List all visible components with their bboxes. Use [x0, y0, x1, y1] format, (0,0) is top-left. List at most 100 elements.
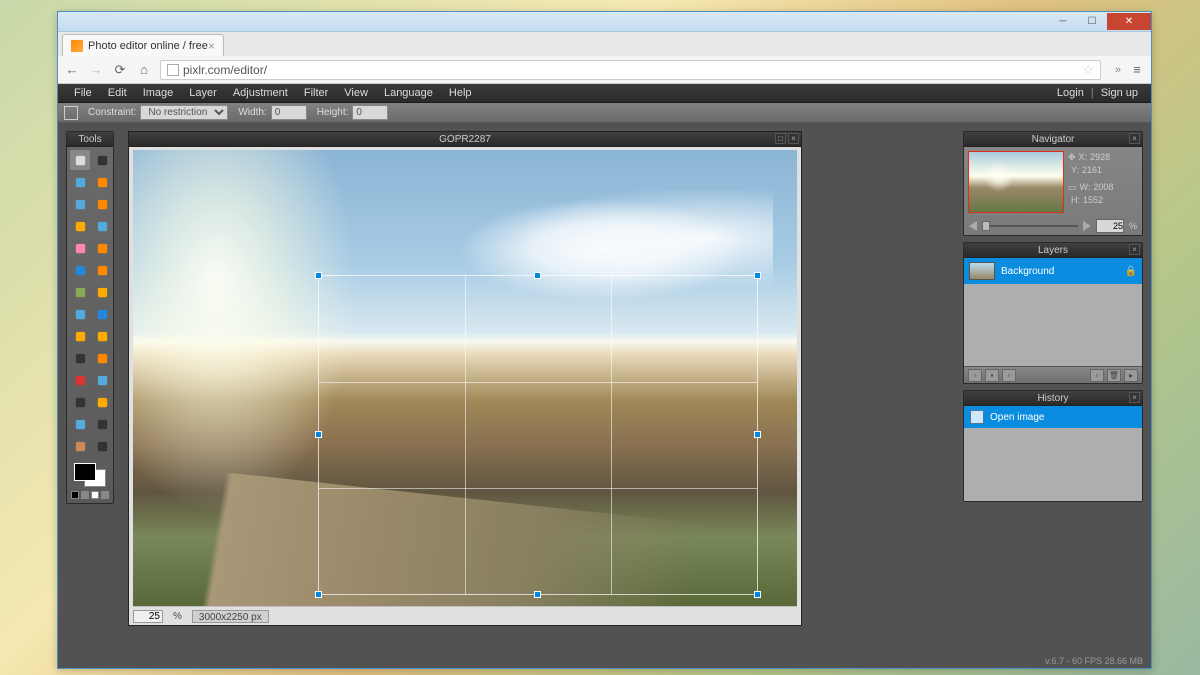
tool-blur[interactable]: [70, 304, 90, 324]
tool-clone[interactable]: [70, 282, 90, 302]
tool-pencil[interactable]: [70, 216, 90, 236]
tool-brush[interactable]: [92, 216, 112, 236]
layers-header[interactable]: Layers ×: [964, 243, 1142, 258]
menu-file[interactable]: File: [66, 85, 100, 101]
forward-button[interactable]: →: [88, 62, 104, 78]
tool-smudge[interactable]: [70, 326, 90, 346]
mini-swatch[interactable]: [91, 491, 99, 499]
extensions-icon[interactable]: »: [1115, 64, 1121, 76]
panel-close-icon[interactable]: ×: [1129, 392, 1140, 403]
tool-pinch[interactable]: [92, 392, 112, 412]
layer-item[interactable]: Background 🔒: [964, 258, 1142, 284]
tool-zoom[interactable]: [92, 436, 112, 456]
tool-type[interactable]: [92, 414, 112, 434]
tool-dodge[interactable]: [70, 348, 90, 368]
tool-lasso[interactable]: [92, 172, 112, 192]
tool-burn[interactable]: [92, 348, 112, 368]
layers-footer: ▫ ▪ ▫ ▫ 🗑 ▸: [964, 366, 1142, 383]
favicon-icon: [71, 40, 83, 52]
mini-swatch[interactable]: [81, 491, 89, 499]
tool-redeye[interactable]: [70, 370, 90, 390]
panel-close-icon[interactable]: ×: [1129, 133, 1140, 144]
layer-settings-icon[interactable]: ▫: [1090, 369, 1104, 382]
browser-tab[interactable]: Photo editor online / free ×: [62, 34, 224, 56]
tool-crop2[interactable]: [92, 194, 112, 214]
width-input[interactable]: [271, 105, 307, 120]
tool-fill[interactable]: [70, 260, 90, 280]
doc-dimensions: 3000x2250 px: [192, 610, 269, 623]
minimize-button[interactable]: ─: [1049, 13, 1077, 30]
tool-hand[interactable]: [70, 436, 90, 456]
menu-layer[interactable]: Layer: [181, 85, 225, 101]
foreground-color[interactable]: [74, 463, 96, 481]
tool-marquee[interactable]: [70, 172, 90, 192]
menu-image[interactable]: Image: [135, 85, 182, 101]
menu-filter[interactable]: Filter: [296, 85, 336, 101]
tool-wand[interactable]: [70, 194, 90, 214]
navigator-header[interactable]: Navigator ×: [964, 132, 1142, 147]
doc-maximize-icon[interactable]: □: [775, 133, 786, 144]
tool-bloat[interactable]: [70, 392, 90, 412]
tool-move[interactable]: [92, 150, 112, 170]
layer-menu-icon[interactable]: ▸: [1124, 369, 1138, 382]
duplicate-layer-icon[interactable]: ▫: [1002, 369, 1016, 382]
menu-view[interactable]: View: [336, 85, 376, 101]
doc-zoom-input[interactable]: [133, 610, 163, 623]
tool-sponge[interactable]: [92, 326, 112, 346]
menu-adjustment[interactable]: Adjustment: [225, 85, 296, 101]
menu-icon[interactable]: ≡: [1129, 62, 1145, 78]
reload-button[interactable]: ⟳: [112, 62, 128, 78]
nav-zoom-input[interactable]: [1096, 219, 1124, 233]
menu-edit[interactable]: Edit: [100, 85, 135, 101]
document-titlebar[interactable]: GOPR2287 □ ×: [129, 132, 801, 147]
panel-close-icon[interactable]: ×: [1129, 244, 1140, 255]
canvas-area[interactable]: [133, 150, 797, 607]
url-text: pixlr.com/editor/: [183, 63, 267, 77]
bookmark-icon[interactable]: ☆: [1082, 62, 1094, 78]
signup-link[interactable]: Sign up: [1096, 85, 1143, 101]
delete-layer-icon[interactable]: 🗑: [1107, 369, 1121, 382]
tab-close-icon[interactable]: ×: [208, 39, 215, 53]
tool-gradient[interactable]: [92, 260, 112, 280]
tool-picker[interactable]: [70, 414, 90, 434]
address-bar[interactable]: pixlr.com/editor/ ☆: [160, 60, 1101, 80]
home-button[interactable]: ⌂: [136, 62, 152, 78]
tool-eraser[interactable]: [70, 238, 90, 258]
zoom-out-icon[interactable]: [969, 221, 977, 231]
layer-name: Background: [1001, 266, 1054, 277]
tool-spot[interactable]: [92, 370, 112, 390]
zoom-in-icon[interactable]: [1083, 221, 1091, 231]
tool-crop[interactable]: [70, 150, 90, 170]
doc-close-icon[interactable]: ×: [788, 133, 799, 144]
constraint-select[interactable]: No restriction: [140, 105, 228, 120]
lock-icon[interactable]: 🔒: [1125, 266, 1137, 277]
mini-swatch[interactable]: [101, 491, 109, 499]
tools-panel: Tools: [66, 131, 114, 504]
menu-language[interactable]: Language: [376, 85, 441, 101]
maximize-button[interactable]: ☐: [1078, 13, 1106, 30]
tool-stamp[interactable]: [92, 282, 112, 302]
height-label: Height:: [317, 107, 349, 118]
pixlr-app: File Edit Image Layer Adjustment Filter …: [58, 84, 1151, 668]
height-input[interactable]: [352, 105, 388, 120]
menu-help[interactable]: Help: [441, 85, 480, 101]
zoom-slider[interactable]: [982, 225, 1078, 227]
color-swatches[interactable]: [67, 459, 113, 503]
tools-header[interactable]: Tools: [67, 132, 113, 147]
navigator-info: ✥X:2928 Y:2161 ▭W:2008 H:1552: [1068, 151, 1138, 213]
back-button[interactable]: ←: [64, 62, 80, 78]
tool-sharpen[interactable]: [92, 304, 112, 324]
navigator-thumbnail[interactable]: [968, 151, 1064, 213]
options-bar: Constraint: No restriction Width: Height…: [58, 103, 1151, 123]
history-header[interactable]: History ×: [964, 391, 1142, 406]
new-group-icon[interactable]: ▪: [985, 369, 999, 382]
navigator-panel: Navigator × ✥X:2928 Y:2161 ▭W:2008 H:155…: [963, 131, 1143, 236]
tool-erase2[interactable]: [92, 238, 112, 258]
mini-swatch[interactable]: [71, 491, 79, 499]
new-layer-icon[interactable]: ▫: [968, 369, 982, 382]
history-item[interactable]: Open image: [964, 406, 1142, 428]
login-link[interactable]: Login: [1052, 85, 1089, 101]
layers-panel: Layers × Background 🔒 ▫ ▪ ▫: [963, 242, 1143, 384]
close-button[interactable]: ✕: [1107, 13, 1151, 30]
browser-tabbar: Photo editor online / free ×: [58, 32, 1151, 56]
